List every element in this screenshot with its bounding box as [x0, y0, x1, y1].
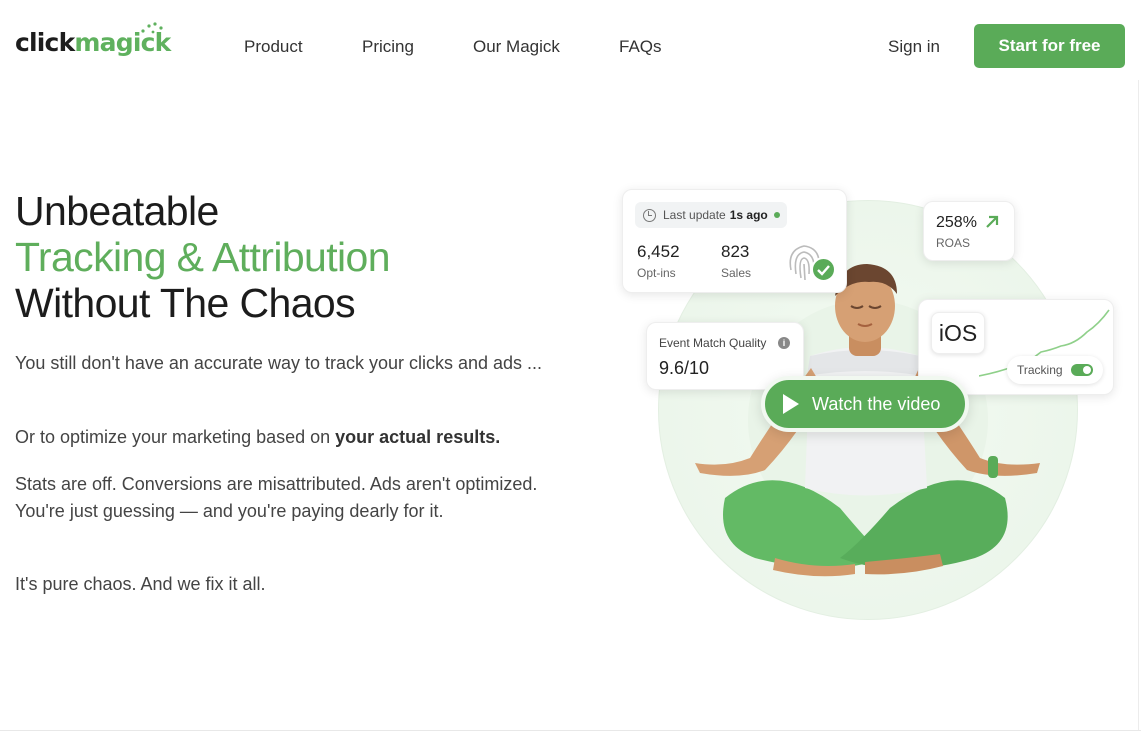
- nav-faqs[interactable]: FAQs: [619, 37, 662, 57]
- sales-value: 823: [721, 242, 750, 261]
- play-icon: [783, 394, 799, 414]
- nav-our-magick[interactable]: Our Magick: [473, 37, 560, 57]
- toggle-switch-icon: [1071, 364, 1093, 376]
- start-for-free-button[interactable]: Start for free: [974, 24, 1125, 68]
- sales-label: Sales: [721, 266, 752, 280]
- nav-pricing[interactable]: Pricing: [362, 37, 414, 57]
- ios-label: iOS: [931, 312, 985, 354]
- arrow-up-right-icon: [986, 215, 999, 228]
- sign-in-link[interactable]: Sign in: [888, 37, 940, 57]
- stats-card: Last update 1s ago 6,452 Opt-ins 823 Sal…: [622, 189, 847, 293]
- clickmagick-logo[interactable]: clickmagick: [15, 22, 171, 57]
- info-icon: i: [778, 337, 790, 349]
- roas-card: 258% ROAS: [923, 201, 1015, 261]
- hero-paragraph-4: It's pure chaos. And we fix it all.: [15, 574, 266, 594]
- hero-title-line2: Tracking & Attribution: [15, 234, 391, 280]
- emq-label: Event Match Quality: [659, 336, 767, 350]
- nav-product[interactable]: Product: [244, 37, 303, 57]
- checkmark-icon: [811, 257, 836, 282]
- sparkle-icon: [141, 22, 163, 34]
- tracking-toggle-pill: Tracking: [1007, 356, 1103, 384]
- hero-title: Unbeatable Tracking & Attribution Withou…: [15, 188, 391, 326]
- hero-paragraph-3: Stats are off. Conversions are misattrib…: [15, 474, 538, 521]
- emq-value: 9.6/10: [659, 358, 710, 378]
- hero-title-line3: Without The Chaos: [15, 280, 356, 326]
- hero-paragraph-1: You still don't have an accurate way to …: [15, 353, 543, 373]
- optins-label: Opt-ins: [637, 266, 676, 280]
- hero-paragraph-2: Or to optimize your marketing based on y…: [15, 427, 501, 447]
- roas-value: 258%: [936, 214, 977, 231]
- section-divider: [0, 730, 1141, 731]
- page-edge-rule: [1138, 80, 1139, 730]
- watch-video-button[interactable]: Watch the video: [761, 376, 969, 432]
- roas-label: ROAS: [936, 236, 971, 250]
- live-status-dot: [773, 212, 780, 218]
- last-update-pill: Last update 1s ago: [635, 202, 787, 228]
- site-header: clickmagick Product Pricing Our Magick F…: [0, 0, 1141, 92]
- optins-value: 6,452: [637, 242, 680, 261]
- hero-title-line1: Unbeatable: [15, 188, 219, 234]
- clock-icon: [643, 208, 656, 222]
